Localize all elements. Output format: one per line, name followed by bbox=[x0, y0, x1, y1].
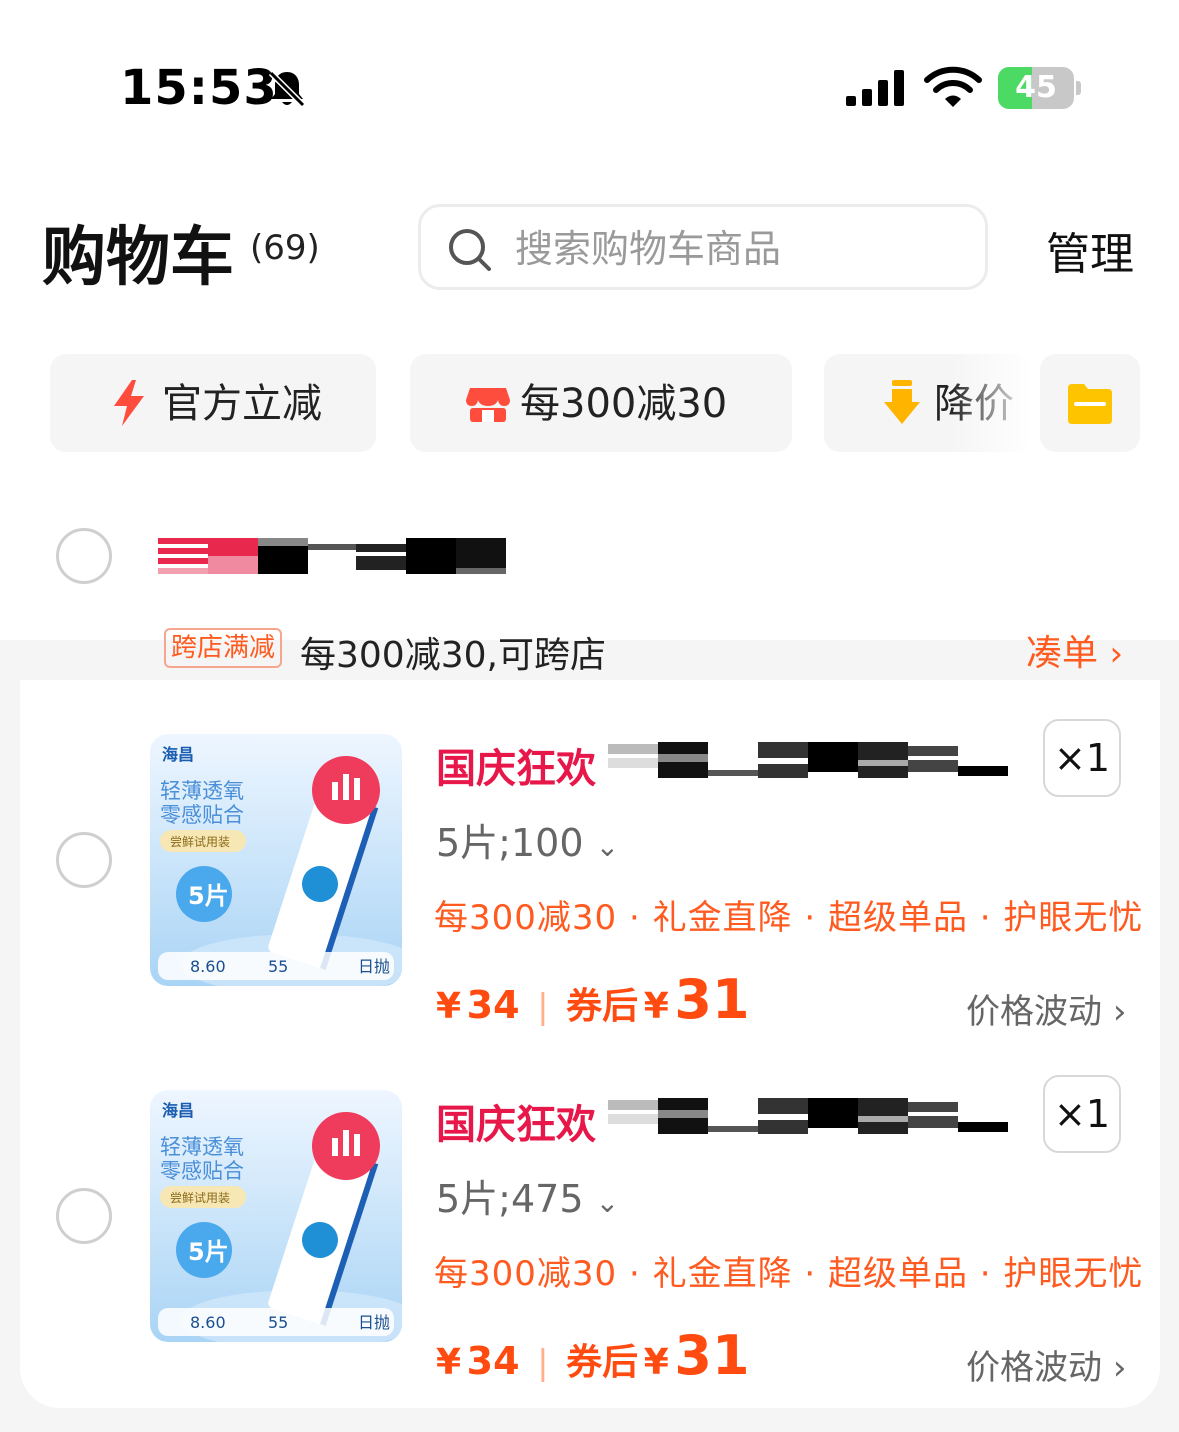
quantity-button[interactable]: ×1 bbox=[1043, 719, 1121, 797]
price-symbol: ¥ bbox=[436, 986, 462, 1027]
quantity-button[interactable]: ×1 bbox=[1043, 1075, 1121, 1153]
filter-chip-official-discount[interactable]: 官方立减 bbox=[50, 354, 376, 452]
add-more-link[interactable]: 凑单 › bbox=[1026, 624, 1123, 676]
product-badge: 尝鲜试用装 bbox=[170, 834, 230, 849]
price-value: 34 bbox=[466, 983, 520, 1027]
cross-store-promo-tag: 跨店满减 bbox=[164, 628, 282, 668]
add-more-label: 凑单 bbox=[1026, 633, 1099, 674]
lightning-icon bbox=[114, 380, 144, 426]
product-brand: 海昌 bbox=[162, 745, 194, 764]
product-headline-1: 轻薄透氧 bbox=[160, 779, 244, 803]
item-promos: 每300减30 · 礼金直降 · 超级单品 · 护眼无忧 bbox=[434, 1254, 1144, 1294]
variant-label: 5片;100 bbox=[436, 821, 584, 865]
item-price: ¥ 34 | 券后 ¥ 31 bbox=[436, 1324, 750, 1387]
product-spec-3: 日抛 bbox=[358, 1313, 390, 1332]
price-trend-link[interactable]: 价格波动 › bbox=[966, 1340, 1126, 1389]
product-image[interactable]: 海昌 轻薄透氧 零感贴合 尝鲜试用装 5片 8.60 55 日抛 bbox=[150, 1090, 402, 1342]
item-title-redacted[interactable] bbox=[608, 1096, 1008, 1136]
item-promos: 每300减30 · 礼金直降 · 超级单品 · 护眼无忧 bbox=[434, 898, 1144, 938]
scroll-fade bbox=[950, 354, 1030, 452]
price-separator: | bbox=[537, 1343, 549, 1383]
product-headline-1: 轻薄透氧 bbox=[160, 1135, 244, 1159]
product-spec-2: 55 bbox=[268, 1313, 288, 1332]
item-promo-tag: 国庆狂欢 bbox=[436, 1102, 596, 1148]
product-spec-1: 8.60 bbox=[190, 1313, 226, 1332]
store-select-checkbox[interactable] bbox=[56, 528, 112, 584]
store-icon bbox=[466, 388, 510, 422]
price-separator: | bbox=[537, 987, 549, 1027]
arrow-down-icon bbox=[884, 380, 920, 424]
page-title: 购物车 bbox=[42, 221, 234, 295]
price-trend-link[interactable]: 价格波动 › bbox=[966, 984, 1126, 1033]
item-promo-tag: 国庆狂欢 bbox=[436, 746, 596, 792]
price-trend-label: 价格波动 bbox=[966, 1348, 1102, 1388]
item-price: ¥ 34 | 券后 ¥ 31 bbox=[436, 968, 750, 1031]
item-title-redacted[interactable] bbox=[608, 740, 1008, 780]
chevron-right-icon: › bbox=[1109, 634, 1124, 674]
product-badge: 尝鲜试用装 bbox=[170, 1190, 230, 1205]
after-coupon-label: 券后 bbox=[566, 1342, 639, 1383]
status-time: 15:53 bbox=[120, 60, 278, 116]
wifi-icon bbox=[924, 66, 982, 107]
manage-button[interactable]: 管理 bbox=[1046, 218, 1134, 282]
item-select-checkbox[interactable] bbox=[56, 1188, 112, 1244]
after-coupon-price: 31 bbox=[674, 968, 750, 1031]
cellular-signal-icon bbox=[846, 70, 904, 106]
price-symbol: ¥ bbox=[436, 1342, 462, 1383]
product-spec-1: 8.60 bbox=[190, 957, 226, 976]
bell-slash-icon bbox=[268, 70, 306, 108]
cart-count: (69) bbox=[250, 228, 320, 268]
price-trend-label: 价格波动 bbox=[966, 992, 1102, 1032]
folder-icon bbox=[1068, 384, 1112, 424]
chevron-right-icon: › bbox=[1112, 1348, 1127, 1388]
store-name-redacted bbox=[158, 538, 506, 574]
product-image[interactable]: 海昌 轻薄透氧 零感贴合 尝鲜试用装 5片 8.60 55 日抛 bbox=[150, 734, 402, 986]
price-value: 34 bbox=[466, 1339, 520, 1383]
item-select-checkbox[interactable] bbox=[56, 832, 112, 888]
battery-charging-icon: 45 bbox=[998, 67, 1082, 109]
chevron-down-icon: ⌄ bbox=[595, 830, 620, 863]
product-count: 5片 bbox=[188, 882, 229, 910]
after-coupon-label: 券后 bbox=[566, 986, 639, 1027]
product-brand: 海昌 bbox=[162, 1101, 194, 1120]
search-placeholder: 搜索购物车商品 bbox=[515, 227, 782, 271]
variant-selector[interactable]: 5片;475 ⌄ bbox=[436, 1168, 619, 1223]
after-coupon-symbol: ¥ bbox=[643, 986, 669, 1027]
cross-store-promo-desc: 每300减30,可跨店 bbox=[300, 635, 606, 676]
product-headline-2: 零感贴合 bbox=[160, 1159, 244, 1183]
product-spec-3: 日抛 bbox=[358, 957, 390, 976]
chevron-down-icon: ⌄ bbox=[595, 1186, 620, 1219]
after-coupon-price: 31 bbox=[674, 1324, 750, 1387]
battery-level: 45 bbox=[1015, 70, 1057, 105]
product-spec-2: 55 bbox=[268, 957, 288, 976]
variant-label: 5片;475 bbox=[436, 1177, 584, 1221]
product-headline-2: 零感贴合 bbox=[160, 803, 244, 827]
filter-label: 每300减30 bbox=[520, 381, 728, 427]
folder-button[interactable] bbox=[1040, 354, 1140, 452]
variant-selector[interactable]: 5片;100 ⌄ bbox=[436, 812, 619, 867]
product-count: 5片 bbox=[188, 1238, 229, 1266]
after-coupon-symbol: ¥ bbox=[643, 1342, 669, 1383]
chevron-right-icon: › bbox=[1112, 992, 1127, 1032]
search-input[interactable]: 搜索购物车商品 bbox=[418, 204, 988, 290]
filter-chip-cross-store[interactable]: 每300减30 bbox=[410, 354, 792, 452]
filter-label: 官方立减 bbox=[162, 381, 322, 427]
search-icon bbox=[449, 229, 491, 271]
